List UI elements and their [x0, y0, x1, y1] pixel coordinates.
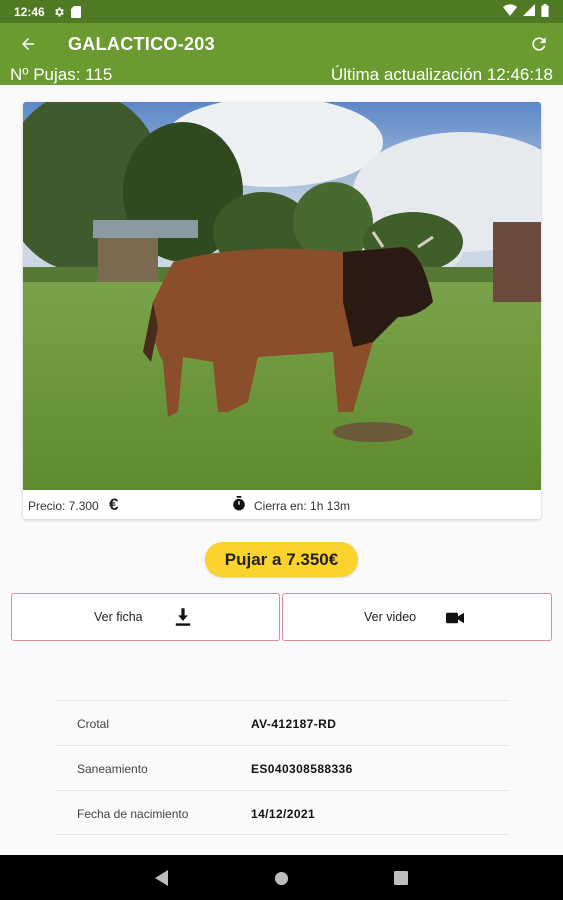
back-arrow-icon[interactable]	[16, 32, 40, 56]
bid-button[interactable]: Pujar a 7.350€	[205, 542, 358, 577]
table-row: Saneamiento ES040308588336	[55, 745, 509, 790]
row-label: Crotal	[77, 717, 110, 731]
app-bar: GALACTICO-203 Nº Pujas: 115 Última actua…	[0, 23, 563, 85]
table-row: Crotal AV-412187-RD	[55, 700, 509, 745]
ver-ficha-button[interactable]: Ver ficha	[11, 593, 280, 641]
ver-ficha-label: Ver ficha	[94, 610, 143, 624]
bull-photo	[23, 102, 541, 490]
row-label: Fecha de nacimiento	[77, 807, 189, 821]
system-nav-bar	[0, 855, 563, 900]
status-bar: 12:46	[0, 0, 563, 23]
battery-icon	[541, 3, 549, 20]
bid-count: Nº Pujas: 115	[10, 65, 113, 84]
card-footer: Precio: 7.300 € Cierra en: 1h 13m	[23, 492, 541, 519]
sd-card-icon	[70, 5, 81, 18]
row-value: AV-412187-RD	[251, 717, 337, 731]
nav-recents-icon[interactable]	[392, 869, 410, 887]
stopwatch-icon	[232, 496, 246, 514]
settings-icon	[53, 6, 65, 18]
nav-back-icon[interactable]	[153, 869, 171, 887]
lot-card: Precio: 7.300 € Cierra en: 1h 13m	[23, 102, 541, 519]
refresh-icon[interactable]	[527, 32, 551, 56]
row-label: Saneamiento	[77, 762, 148, 776]
videocam-icon	[446, 609, 464, 627]
closes-in-label: Cierra en: 1h 13m	[254, 499, 351, 513]
signal-icon	[523, 4, 535, 19]
nav-home-icon[interactable]	[272, 869, 290, 887]
details-table: Crotal AV-412187-RD Saneamiento ES040308…	[55, 700, 509, 835]
price-label: Precio: 7.300	[28, 499, 99, 513]
row-value: ES040308588336	[251, 762, 353, 776]
status-time: 12:46	[14, 4, 45, 19]
ver-video-label: Ver video	[364, 610, 417, 624]
table-row: Fecha de nacimiento 14/12/2021	[55, 790, 509, 835]
euro-icon: €	[109, 495, 119, 514]
page-title: GALACTICO-203	[68, 34, 215, 54]
last-update: Última actualización 12:46:18	[330, 65, 553, 84]
wifi-icon	[503, 4, 517, 19]
download-icon	[174, 608, 192, 626]
ver-video-button[interactable]: Ver video	[282, 593, 552, 641]
row-value: 14/12/2021	[251, 807, 316, 821]
